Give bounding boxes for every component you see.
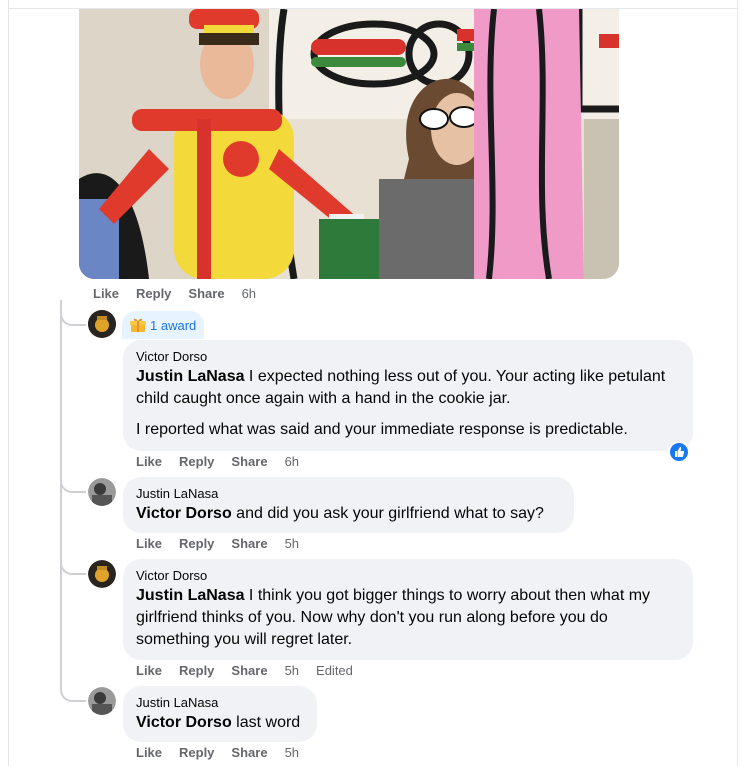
timestamp[interactable]: 6h bbox=[285, 454, 299, 469]
comment-action-row: Like Reply Share 5h bbox=[136, 536, 316, 551]
reply-button[interactable]: Reply bbox=[179, 454, 214, 469]
post-action-row: Like Reply Share 6h bbox=[93, 286, 273, 301]
feed-border-right bbox=[737, 0, 738, 766]
comment-bubble: Justin LaNasa Victor Dorso last word bbox=[123, 686, 317, 742]
comment-text: Justin LaNasa I think you got bigger thi… bbox=[136, 587, 651, 648]
reply-button[interactable]: Reply bbox=[179, 536, 214, 551]
avatar[interactable] bbox=[88, 560, 116, 588]
reply-button[interactable]: Reply bbox=[179, 745, 214, 760]
mention-link[interactable]: Justin LaNasa bbox=[136, 368, 244, 385]
award-count: 1 award bbox=[150, 317, 197, 333]
mention-link[interactable]: Justin LaNasa bbox=[136, 587, 244, 604]
feed-border-left bbox=[8, 0, 9, 766]
like-button[interactable]: Like bbox=[136, 536, 162, 551]
comment-text: Victor Dorso last word bbox=[136, 714, 301, 731]
thread-branch bbox=[60, 465, 86, 493]
comment-author[interactable]: Justin LaNasa bbox=[136, 485, 562, 503]
edited-label[interactable]: Edited bbox=[316, 663, 353, 678]
comment-action-row: Like Reply Share 6h bbox=[136, 454, 316, 469]
award-badge[interactable]: 1 award bbox=[122, 311, 205, 339]
like-button[interactable]: Like bbox=[136, 454, 162, 469]
like-button[interactable]: Like bbox=[136, 745, 162, 760]
share-button[interactable]: Share bbox=[231, 663, 267, 678]
thread-branch bbox=[60, 674, 86, 702]
thread-line bbox=[60, 300, 62, 690]
comment-action-row: Like Reply Share 5h Edited bbox=[136, 663, 370, 678]
mention-link[interactable]: Victor Dorso bbox=[136, 714, 232, 731]
share-button[interactable]: Share bbox=[188, 286, 224, 301]
thread-branch bbox=[60, 547, 86, 575]
comment-text: Victor Dorso and did you ask your girlfr… bbox=[136, 505, 544, 522]
timestamp[interactable]: 6h bbox=[242, 286, 256, 301]
gift-icon bbox=[130, 317, 146, 333]
comment-bubble: Victor Dorso Justin LaNasa I think you g… bbox=[123, 559, 693, 660]
avatar[interactable] bbox=[88, 310, 116, 338]
timestamp[interactable]: 5h bbox=[285, 745, 299, 760]
comment-text: Justin LaNasa I expected nothing less ou… bbox=[136, 368, 666, 438]
thumbs-up-icon bbox=[670, 443, 688, 461]
comment-author[interactable]: Justin LaNasa bbox=[136, 694, 305, 712]
comment-bubble: Victor Dorso Justin LaNasa I expected no… bbox=[123, 340, 693, 451]
share-button[interactable]: Share bbox=[231, 745, 267, 760]
comment-author[interactable]: Victor Dorso bbox=[136, 567, 681, 585]
avatar[interactable] bbox=[88, 478, 116, 506]
share-button[interactable]: Share bbox=[231, 454, 267, 469]
timestamp[interactable]: 5h bbox=[285, 663, 299, 678]
comment-author[interactable]: Victor Dorso bbox=[136, 348, 681, 366]
reply-button[interactable]: Reply bbox=[179, 663, 214, 678]
like-button[interactable]: Like bbox=[93, 286, 119, 301]
reply-button[interactable]: Reply bbox=[136, 286, 171, 301]
comment-bubble: Justin LaNasa Victor Dorso and did you a… bbox=[123, 477, 574, 533]
timestamp[interactable]: 5h bbox=[285, 536, 299, 551]
reaction-summary[interactable] bbox=[668, 441, 690, 463]
comment-action-row: Like Reply Share 5h bbox=[136, 745, 316, 760]
like-button[interactable]: Like bbox=[136, 663, 162, 678]
thread-branch bbox=[60, 306, 86, 326]
mention-link[interactable]: Victor Dorso bbox=[136, 505, 232, 522]
avatar[interactable] bbox=[88, 687, 116, 715]
comment-image[interactable] bbox=[79, 9, 619, 279]
share-button[interactable]: Share bbox=[231, 536, 267, 551]
